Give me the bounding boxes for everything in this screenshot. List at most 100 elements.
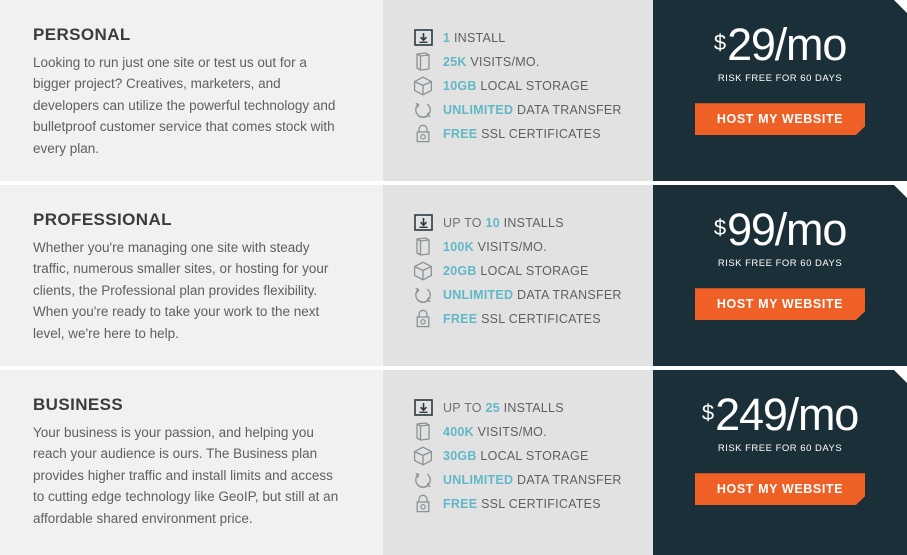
- plan-name: PERSONAL: [33, 25, 131, 44]
- host-my-website-button[interactable]: HOST MY WEBSITE: [694, 103, 866, 136]
- feature-suffix: LOCAL STORAGE: [480, 78, 589, 93]
- feature-suffix: VISITS/MO.: [470, 54, 540, 69]
- feature-label: 400K VISITS/MO.: [443, 425, 547, 439]
- feature-value: FREE: [443, 496, 478, 511]
- plan-price-column: $99/mo RISK FREE FOR 60 DAYS HOST MY WEBSI…: [653, 185, 907, 366]
- plan-description-text: Your business is your passion, and helpi…: [33, 424, 339, 526]
- feature-suffix: DATA TRANSFER: [517, 472, 622, 487]
- feature-item: 1 INSTALL: [412, 26, 653, 49]
- price-display: $29/mo: [713, 19, 848, 70]
- storage-icon: [412, 445, 434, 467]
- feature-suffix: LOCAL STORAGE: [480, 448, 589, 463]
- feature-label: 20GB LOCAL STORAGE: [443, 264, 589, 278]
- install-icon: [412, 27, 434, 49]
- cta-wrapper: HOST MY WEBSITE: [694, 288, 866, 321]
- feature-value: UNLIMITED: [443, 472, 514, 487]
- feature-value: 400K: [443, 424, 474, 439]
- feature-label: 10GB LOCAL STORAGE: [443, 79, 589, 93]
- feature-item: FREE SSL CERTIFICATES: [412, 492, 653, 515]
- plan-description-column: PROFESSIONAL Whether you're managing one …: [0, 185, 383, 366]
- feature-item: FREE SSL CERTIFICATES: [412, 122, 653, 145]
- corner-fold-decoration: [894, 370, 907, 383]
- feature-label: UNLIMITED DATA TRANSFER: [443, 288, 622, 302]
- plan-description-column: BUSINESS Your business is your passion, a…: [0, 370, 383, 555]
- currency-symbol: $: [713, 30, 727, 55]
- plan-price-column: $249/mo RISK FREE FOR 60 DAYS HOST MY WEBS…: [653, 370, 907, 555]
- ssl-lock-icon: [412, 493, 434, 515]
- feature-item: UP TO 10 INSTALLS: [412, 211, 653, 234]
- price-amount: 29/mo: [727, 19, 847, 70]
- transfer-icon: [412, 469, 434, 491]
- feature-suffix: SSL CERTIFICATES: [481, 496, 601, 511]
- plan-features-column: UP TO 10 INSTALLS 100K VISITS/MO. 20GB LOC…: [383, 185, 653, 366]
- visits-icon: [412, 51, 434, 73]
- feature-value: FREE: [443, 311, 478, 326]
- feature-value: FREE: [443, 126, 478, 141]
- corner-fold-decoration: [894, 0, 907, 13]
- visits-icon: [412, 421, 434, 443]
- install-icon: [412, 397, 434, 419]
- feature-suffix: SSL CERTIFICATES: [481, 311, 601, 326]
- plan-name: PROFESSIONAL: [33, 210, 172, 229]
- cta-wrapper: HOST MY WEBSITE: [694, 103, 866, 136]
- feature-label: 100K VISITS/MO.: [443, 240, 547, 254]
- feature-prefix: UP TO: [443, 400, 482, 415]
- feature-suffix: DATA TRANSFER: [517, 102, 622, 117]
- risk-free-note: RISK FREE FOR 60 DAYS: [717, 443, 843, 455]
- currency-symbol: $: [713, 215, 727, 240]
- feature-label: UNLIMITED DATA TRANSFER: [443, 103, 622, 117]
- storage-icon: [412, 75, 434, 97]
- plan-description-column: PERSONAL Looking to run just one site or …: [0, 0, 383, 181]
- price-amount: 99/mo: [727, 204, 847, 255]
- price-display: $249/mo: [702, 389, 859, 440]
- plan-row: BUSINESS Your business is your passion, a…: [0, 370, 907, 555]
- plan-row: PERSONAL Looking to run just one site or …: [0, 0, 907, 181]
- risk-free-note: RISK FREE FOR 60 DAYS: [717, 73, 843, 85]
- feature-value: 25K: [443, 54, 467, 69]
- feature-label: 1 INSTALL: [443, 31, 505, 45]
- feature-prefix: UP TO: [443, 215, 482, 230]
- feature-value: 10GB: [443, 78, 477, 93]
- feature-item: 30GB LOCAL STORAGE: [412, 444, 653, 467]
- host-my-website-button[interactable]: HOST MY WEBSITE: [694, 473, 866, 506]
- plan-features-column: 1 INSTALL 25K VISITS/MO. 10GB LOCAL STORAG…: [383, 0, 653, 181]
- install-icon: [412, 212, 434, 234]
- feature-item: UNLIMITED DATA TRANSFER: [412, 468, 653, 491]
- storage-icon: [412, 260, 434, 282]
- feature-label: FREE SSL CERTIFICATES: [443, 127, 601, 141]
- feature-list: UP TO 10 INSTALLS 100K VISITS/MO. 20GB LOC…: [412, 211, 653, 331]
- feature-value: 1: [443, 30, 451, 45]
- feature-suffix: INSTALLS: [503, 215, 564, 230]
- pricing-table: PERSONAL Looking to run just one site or …: [0, 0, 907, 555]
- feature-label: UP TO 25 INSTALLS: [443, 401, 564, 415]
- host-my-website-button[interactable]: HOST MY WEBSITE: [694, 288, 866, 321]
- feature-value: UNLIMITED: [443, 102, 514, 117]
- feature-value: 30GB: [443, 448, 477, 463]
- feature-label: 30GB LOCAL STORAGE: [443, 449, 589, 463]
- feature-value: 25: [485, 400, 500, 415]
- feature-value: 100K: [443, 239, 474, 254]
- plan-description-text: Looking to run just one site or test us …: [33, 54, 336, 156]
- feature-label: FREE SSL CERTIFICATES: [443, 497, 601, 511]
- feature-label: FREE SSL CERTIFICATES: [443, 312, 601, 326]
- feature-suffix: INSTALLS: [503, 400, 564, 415]
- feature-suffix: VISITS/MO.: [477, 239, 547, 254]
- feature-item: UP TO 25 INSTALLS: [412, 396, 653, 419]
- risk-free-note: RISK FREE FOR 60 DAYS: [717, 258, 843, 270]
- ssl-lock-icon: [412, 123, 434, 145]
- price-amount: 249/mo: [715, 389, 859, 440]
- feature-item: 25K VISITS/MO.: [412, 50, 653, 73]
- visits-icon: [412, 236, 434, 258]
- feature-list: 1 INSTALL 25K VISITS/MO. 10GB LOCAL STORAG…: [412, 26, 653, 146]
- feature-suffix: LOCAL STORAGE: [480, 263, 589, 278]
- feature-value: UNLIMITED: [443, 287, 514, 302]
- feature-list: UP TO 25 INSTALLS 400K VISITS/MO. 30GB LOC…: [412, 396, 653, 516]
- feature-value: 10: [485, 215, 500, 230]
- feature-item: 400K VISITS/MO.: [412, 420, 653, 443]
- transfer-icon: [412, 284, 434, 306]
- feature-item: UNLIMITED DATA TRANSFER: [412, 98, 653, 121]
- ssl-lock-icon: [412, 308, 434, 330]
- plan-price-column: $29/mo RISK FREE FOR 60 DAYS HOST MY WEBSI…: [653, 0, 907, 181]
- feature-value: 20GB: [443, 263, 477, 278]
- plan-row: PROFESSIONAL Whether you're managing one …: [0, 185, 907, 366]
